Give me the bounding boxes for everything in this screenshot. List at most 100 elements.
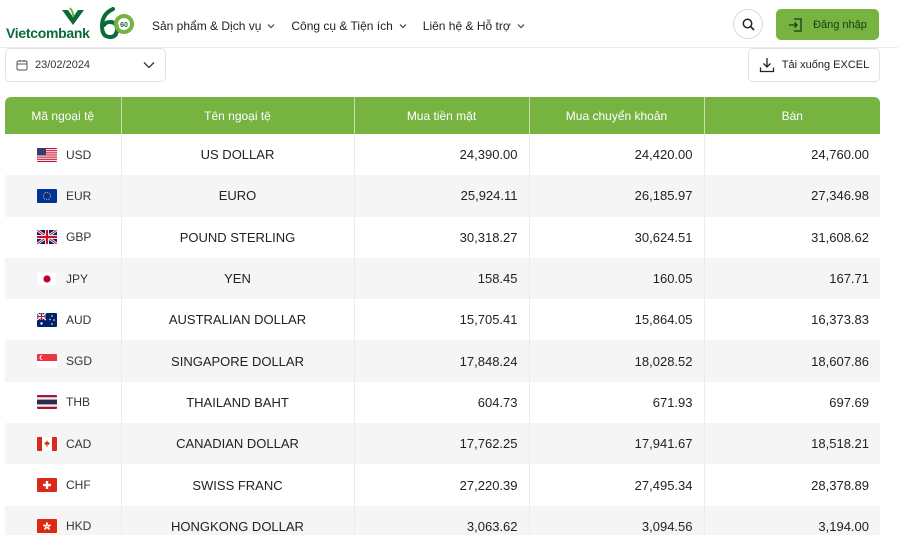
nav-contact-support-label: Liên hệ & Hỗ trợ xyxy=(422,19,511,33)
cell-transfer-buy: 15,864.05 xyxy=(529,299,705,341)
search-icon xyxy=(742,18,755,31)
cell-cash-buy: 30,318.27 xyxy=(354,216,530,258)
cell-sell: 24,760.00 xyxy=(704,134,880,176)
table-row: CHF SWISS FRANC 27,220.39 27,495.34 28,378.8… xyxy=(5,464,880,506)
cell-currency-code: GBP xyxy=(5,216,122,258)
th-flag-icon xyxy=(37,395,57,410)
currency-code: EUR xyxy=(66,188,92,203)
nav-tools-utilities[interactable]: Công cụ & Tiện ích xyxy=(291,19,407,33)
cell-currency-name: YEN xyxy=(121,257,355,300)
anniversary-60-icon: 60 xyxy=(99,7,134,40)
cell-sell: 18,518.21 xyxy=(704,423,880,465)
cell-transfer-buy: 671.93 xyxy=(529,381,705,424)
cell-cash-buy: 158.45 xyxy=(354,257,530,300)
cell-currency-code: THB xyxy=(5,381,122,424)
cell-currency-name: AUSTRALIAN DOLLAR xyxy=(121,299,355,341)
cell-currency-code: USD xyxy=(5,134,122,176)
calendar-icon xyxy=(16,60,28,71)
main-nav: Sản phẩm & Dịch vụ Công cụ & Tiện ích Li… xyxy=(152,19,525,33)
login-button[interactable]: Đăng nhập xyxy=(776,9,879,40)
search-button[interactable] xyxy=(733,9,763,39)
table-header-row: Mã ngoại tệ Tên ngoại tệ Mua tiền mặt Mu… xyxy=(5,97,880,134)
currency-code: CAD xyxy=(66,436,92,451)
currency-code: THB xyxy=(66,395,90,410)
cell-currency-code: CHF xyxy=(5,464,122,506)
col-header-transfer-buy[interactable]: Mua chuyển khoản xyxy=(529,97,705,134)
date-value: 23/02/2024 xyxy=(35,59,91,71)
cell-cash-buy: 25,924.11 xyxy=(354,175,530,217)
ch-flag-icon xyxy=(37,478,57,493)
cell-transfer-buy: 27,495.34 xyxy=(529,464,705,506)
cell-cash-buy: 27,220.39 xyxy=(354,464,530,506)
table-row: AUD AUSTRALIAN DOLLAR 15,705.41 15,864.05 16… xyxy=(5,299,880,341)
cell-currency-name: EURO xyxy=(121,175,355,217)
cell-sell: 28,378.89 xyxy=(704,464,880,506)
cell-currency-code: JPY xyxy=(5,257,122,300)
chevron-down-icon xyxy=(517,24,525,29)
cell-currency-name: CANADIAN DOLLAR xyxy=(121,423,355,465)
col-header-sell[interactable]: Bán xyxy=(704,97,880,134)
cell-transfer-buy: 30,624.51 xyxy=(529,216,705,258)
col-header-name[interactable]: Tên ngoại tệ xyxy=(121,97,355,134)
currency-code: JPY xyxy=(66,271,89,286)
chevron-down-icon xyxy=(267,24,275,29)
table-row: SGD SINGAPORE DOLLAR 17,848.24 18,028.52 18,… xyxy=(5,340,880,382)
cell-currency-code: AUD xyxy=(5,299,122,341)
currency-code: CHF xyxy=(66,478,91,493)
currency-code: HKD xyxy=(66,519,92,534)
cell-transfer-buy: 3,094.56 xyxy=(529,505,705,535)
col-header-cash-buy[interactable]: Mua tiền mặt xyxy=(354,97,530,134)
top-header: Vietcombank 60 Sản phẩm & Dịch vụ Công c… xyxy=(0,0,898,48)
ca-flag-icon xyxy=(37,436,57,451)
cell-cash-buy: 3,063.62 xyxy=(354,505,530,535)
chevron-down-icon xyxy=(399,24,407,29)
table-row: HKD HONGKONG DOLLAR 3,063.62 3,094.56 3,194.… xyxy=(5,505,880,535)
table-row: JPY YEN 158.45 160.05 167.71 xyxy=(5,257,880,300)
hk-flag-icon xyxy=(37,519,57,534)
login-icon xyxy=(789,17,802,32)
logo-leaf-icon xyxy=(62,7,84,25)
cell-transfer-buy: 160.05 xyxy=(529,257,705,300)
nav-products-services[interactable]: Sản phẩm & Dịch vụ xyxy=(152,19,275,33)
jp-flag-icon xyxy=(37,271,57,286)
cell-currency-name: POUND STERLING xyxy=(121,216,355,258)
nav-products-services-label: Sản phẩm & Dịch vụ xyxy=(152,19,262,33)
currency-code: USD xyxy=(66,147,92,162)
table-row: THB THAILAND BAHT 604.73 671.93 697.69 xyxy=(5,381,880,424)
us-flag-icon xyxy=(37,147,57,162)
chevron-down-icon xyxy=(143,62,155,69)
cell-transfer-buy: 26,185.97 xyxy=(529,175,705,217)
currency-code: AUD xyxy=(66,312,92,327)
cell-currency-code: SGD xyxy=(5,340,122,382)
cell-currency-code: HKD xyxy=(5,505,122,535)
download-icon xyxy=(759,58,774,73)
download-excel-button[interactable]: Tải xuống EXCEL xyxy=(748,48,880,82)
eu-flag-icon xyxy=(37,188,57,203)
table-row: CAD CANADIAN DOLLAR 17,762.25 17,941.67 18,5… xyxy=(5,423,880,465)
download-excel-label: Tải xuống EXCEL xyxy=(781,59,870,71)
currency-code: SGD xyxy=(66,354,93,369)
date-picker[interactable]: 23/02/2024 xyxy=(5,48,166,82)
cell-currency-code: EUR xyxy=(5,175,122,217)
cell-transfer-buy: 17,941.67 xyxy=(529,423,705,465)
cell-sell: 167.71 xyxy=(704,257,880,300)
cell-sell: 27,346.98 xyxy=(704,175,880,217)
cell-sell: 3,194.00 xyxy=(704,505,880,535)
cell-currency-name: SWISS FRANC xyxy=(121,464,355,506)
cell-cash-buy: 604.73 xyxy=(354,381,530,424)
col-header-code[interactable]: Mã ngoại tệ xyxy=(5,97,122,134)
cell-transfer-buy: 18,028.52 xyxy=(529,340,705,382)
nav-contact-support[interactable]: Liên hệ & Hỗ trợ xyxy=(423,19,525,33)
nav-tools-utilities-label: Công cụ & Tiện ích xyxy=(291,19,393,33)
cell-currency-code: CAD xyxy=(5,423,122,465)
au-flag-icon xyxy=(37,312,57,327)
sg-flag-icon xyxy=(37,354,57,369)
cell-transfer-buy: 24,420.00 xyxy=(529,134,705,176)
cell-cash-buy: 17,762.25 xyxy=(354,423,530,465)
vietcombank-logo[interactable]: Vietcombank 60 xyxy=(6,6,134,41)
cell-currency-name: SINGAPORE DOLLAR xyxy=(121,340,355,382)
cell-cash-buy: 15,705.41 xyxy=(354,299,530,341)
cell-currency-name: US DOLLAR xyxy=(121,134,355,176)
login-button-label: Đăng nhập xyxy=(813,18,867,31)
cell-sell: 16,373.83 xyxy=(704,299,880,341)
